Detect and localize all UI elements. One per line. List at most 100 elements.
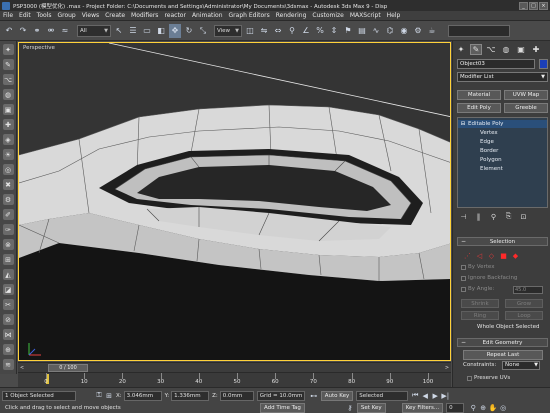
spinner-snap-icon[interactable]: ⇕ xyxy=(328,24,340,38)
goto-start-icon[interactable]: ⏮ xyxy=(410,391,420,401)
stack-subobject-edge[interactable]: Edge xyxy=(458,138,547,146)
angle-snap-icon[interactable]: ∠ xyxy=(300,24,312,38)
extrude-icon[interactable]: ⊞ xyxy=(2,254,14,265)
move-icon[interactable]: ✥ xyxy=(169,23,181,38)
utilities-icon[interactable]: ✚ xyxy=(2,119,14,130)
absolute-mode-icon[interactable]: ⊞ xyxy=(104,391,114,401)
material-button[interactable]: Material xyxy=(457,90,501,100)
create-tab-icon[interactable]: ✦ xyxy=(455,44,467,55)
pivot-icon[interactable]: ◫ xyxy=(244,24,256,38)
display-tab-icon[interactable]: ▣ xyxy=(515,44,527,55)
play-icon[interactable]: ▶ xyxy=(430,391,440,401)
connect-icon[interactable]: ⋈ xyxy=(2,329,14,340)
preserve-uvs-checkbox[interactable]: Preserve UVs xyxy=(467,375,510,381)
grow-button[interactable]: Grow xyxy=(505,299,543,308)
select-icon[interactable]: ↖ xyxy=(113,24,125,38)
edit-geometry-rollout-header[interactable]: − Edit Geometry xyxy=(457,338,548,347)
hierarchy-tab-icon[interactable]: ⌥ xyxy=(485,44,497,55)
edit-poly-button[interactable]: Edit Poly xyxy=(457,103,501,113)
modify-tab-icon[interactable]: ✎ xyxy=(470,44,482,55)
menu-views[interactable]: Views xyxy=(82,12,99,19)
cameras-icon[interactable]: ◎ xyxy=(2,164,14,175)
stack-subobject-element[interactable]: Element xyxy=(458,165,547,173)
stack-subobject-border[interactable]: Border xyxy=(458,147,547,155)
zoom-icon[interactable]: ⚲ xyxy=(468,403,478,413)
stack-subobject-polygon[interactable]: Polygon xyxy=(458,156,547,164)
x-coord-field[interactable]: 3.046mm xyxy=(123,390,162,401)
add-time-tag-button[interactable]: Add Time Tag xyxy=(260,402,305,413)
named-selection-input[interactable] xyxy=(448,24,510,37)
object-name-field[interactable]: Object03 xyxy=(457,59,535,69)
time-slider[interactable]: < 0 / 100 > xyxy=(18,362,451,372)
systems-icon[interactable]: ⚙ xyxy=(2,194,14,205)
key-filters-button[interactable]: Key Filters... xyxy=(401,402,444,413)
menu-help[interactable]: Help xyxy=(387,12,401,19)
track-bar[interactable]: 0 10 20 30 40 50 60 70 80 90 100 xyxy=(18,372,451,387)
zoom-all-icon[interactable]: ⊕ xyxy=(478,403,488,413)
shrink-button[interactable]: Shrink xyxy=(461,299,499,308)
bind-icon[interactable]: ≈ xyxy=(59,24,71,38)
named-sets-icon[interactable]: ⚑ xyxy=(342,24,354,38)
slice-icon[interactable]: ⊘ xyxy=(2,314,14,325)
make-unique-icon[interactable]: ⚲ xyxy=(489,212,498,221)
vertex-mode-icon[interactable]: ⋰ xyxy=(463,251,472,260)
by-angle-checkbox[interactable]: By Angle: xyxy=(461,286,494,292)
time-prev-button[interactable]: < xyxy=(18,364,26,372)
orbit-icon[interactable]: ◎ xyxy=(498,403,508,413)
region-icon[interactable]: ▭ xyxy=(141,24,153,38)
menu-graph-editors[interactable]: Graph Editors xyxy=(229,12,270,19)
chamfer-icon[interactable]: ◪ xyxy=(2,284,14,295)
object-color-swatch[interactable] xyxy=(539,59,548,69)
polygon-mode-icon[interactable]: ■ xyxy=(499,251,508,260)
scale-icon[interactable]: ⤡ xyxy=(197,24,209,38)
auto-key-button[interactable]: Auto Key xyxy=(320,390,354,401)
target-weld-icon[interactable]: ⊕ xyxy=(2,344,14,355)
menu-edit[interactable]: Edit xyxy=(19,12,31,19)
undo-icon[interactable]: ↶ xyxy=(3,24,15,38)
layer-icon[interactable]: ▤ xyxy=(356,24,368,38)
rotate-icon[interactable]: ↻ xyxy=(183,24,195,38)
close-button[interactable]: × xyxy=(539,1,548,10)
menu-reactor[interactable]: reactor xyxy=(164,12,186,19)
cut-icon[interactable]: ✂ xyxy=(2,299,14,310)
by-vertex-checkbox[interactable]: By Vertex xyxy=(461,264,494,270)
snap-icon[interactable]: ⚲ xyxy=(286,24,298,38)
stack-subobject-vertex[interactable]: Vertex xyxy=(458,129,547,137)
menu-file[interactable]: File xyxy=(3,12,13,19)
reference-coord-dropdown[interactable]: View ▼ xyxy=(214,24,242,37)
unlink-icon[interactable]: ⚮ xyxy=(45,24,57,38)
brush-icon[interactable]: ✑ xyxy=(2,224,14,235)
current-frame-field[interactable]: 0 xyxy=(446,402,465,413)
select-by-name-icon[interactable]: ☰ xyxy=(127,24,139,38)
modifier-stack[interactable]: ⊟ Editable Poly Vertex Edge Border Polygon El… xyxy=(457,117,548,208)
relax-icon[interactable]: ≋ xyxy=(2,359,14,370)
next-frame-icon[interactable]: ▶| xyxy=(440,391,450,401)
lights-icon[interactable]: ☀ xyxy=(2,149,14,160)
key-mode-icon[interactable]: ⊷ xyxy=(309,391,319,401)
menu-modifiers[interactable]: Modifiers xyxy=(131,12,158,19)
configure-sets-icon[interactable]: ⊡ xyxy=(519,212,528,221)
collapse-icon[interactable]: ⊟ xyxy=(458,120,468,128)
menu-create[interactable]: Create xyxy=(105,12,125,19)
curve-editor-icon[interactable]: ∿ xyxy=(370,24,382,38)
modify-icon[interactable]: ✎ xyxy=(2,59,14,70)
menu-rendering[interactable]: Rendering xyxy=(276,12,307,19)
pin-stack-icon[interactable]: ⊣ xyxy=(459,212,468,221)
hierarchy-icon[interactable]: ⌥ xyxy=(2,74,14,85)
pan-icon[interactable]: ✋ xyxy=(488,403,498,413)
motion-icon[interactable]: ◍ xyxy=(2,89,14,100)
window-crossing-icon[interactable]: ◧ xyxy=(155,24,167,38)
menu-maxscript[interactable]: MAXScript xyxy=(350,12,381,19)
maximize-button[interactable]: □ xyxy=(529,1,538,10)
shapes-icon[interactable]: ◈ xyxy=(2,134,14,145)
create-icon[interactable]: ✦ xyxy=(2,44,14,55)
time-next-button[interactable]: > xyxy=(443,364,451,372)
quick-render-icon[interactable]: ☕ xyxy=(426,24,438,38)
show-end-result-icon[interactable]: ‖ xyxy=(474,212,483,221)
border-mode-icon[interactable]: ◇ xyxy=(487,251,496,260)
motion-tab-icon[interactable]: ◍ xyxy=(500,44,512,55)
mirror-icon[interactable]: ⇋ xyxy=(258,24,270,38)
utilities-tab-icon[interactable]: ✚ xyxy=(530,44,542,55)
stack-item-editable-poly[interactable]: ⊟ Editable Poly xyxy=(458,120,547,128)
key-selection-dropdown[interactable]: Selected xyxy=(356,390,409,401)
